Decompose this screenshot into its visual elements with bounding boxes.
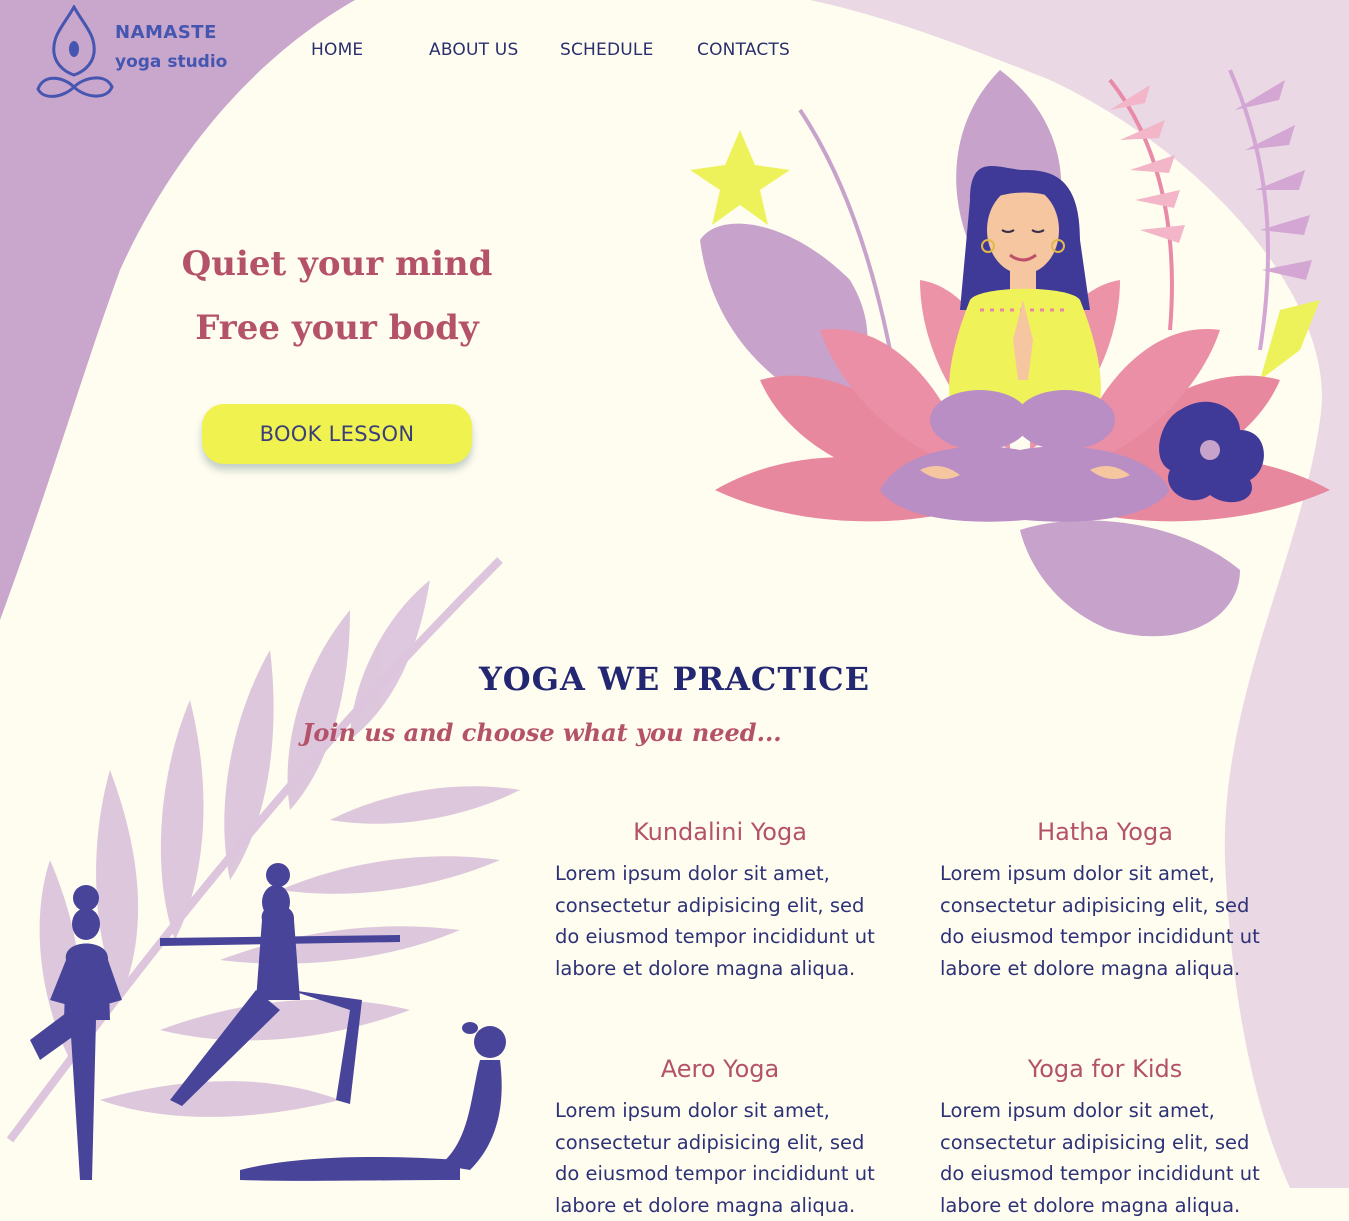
brand-name: NAMASTE [115, 22, 217, 43]
hero-headline-2: Free your body [195, 308, 479, 348]
card-title: Aero Yoga [660, 1055, 780, 1083]
yoga-card-kundalini: Kundalini Yoga Lorem ipsum dolor sit ame… [555, 818, 885, 984]
nav-item-about-us[interactable]: ABOUT US [429, 40, 518, 60]
yoga-silhouettes-illustration [6, 557, 520, 1181]
book-lesson-button[interactable]: BOOK LESSON [202, 404, 472, 464]
card-title: Kundalini Yoga [633, 818, 807, 846]
card-title: Yoga for Kids [1027, 1055, 1183, 1083]
yoga-card-aero: Aero Yoga Lorem ipsum dolor sit amet, co… [555, 1055, 885, 1221]
yoga-card-kids: Yoga for Kids Lorem ipsum dolor sit amet… [940, 1055, 1270, 1221]
brand-text: NAMASTE yoga studio [115, 21, 227, 74]
lotus-infinity-icon [36, 5, 114, 98]
brand-tagline: yoga studio [115, 52, 228, 73]
card-text: Lorem ipsum dolor sit amet, consectetur … [555, 1099, 875, 1217]
nav-item-contacts[interactable]: CONTACTS [697, 40, 790, 60]
section-title: YOGA WE PRACTICE [478, 660, 871, 698]
section-subtitle: Join us and choose what you need... [302, 718, 782, 747]
yoga-card-hatha: Hatha Yoga Lorem ipsum dolor sit amet, c… [940, 818, 1270, 984]
card-text: Lorem ipsum dolor sit amet, consectetur … [555, 862, 875, 980]
nav-item-schedule[interactable]: SCHEDULE [560, 40, 654, 60]
nav-item-home[interactable]: HOME [311, 40, 363, 60]
card-text: Lorem ipsum dolor sit amet, consectetur … [940, 1099, 1260, 1217]
card-text: Lorem ipsum dolor sit amet, consectetur … [940, 862, 1260, 980]
brand-logo[interactable]: NAMASTE yoga studio [34, 5, 244, 105]
card-title: Hatha Yoga [1037, 818, 1173, 846]
meditating-woman-illustration [690, 69, 1330, 637]
hero-headline-1: Quiet your mind [181, 244, 493, 284]
